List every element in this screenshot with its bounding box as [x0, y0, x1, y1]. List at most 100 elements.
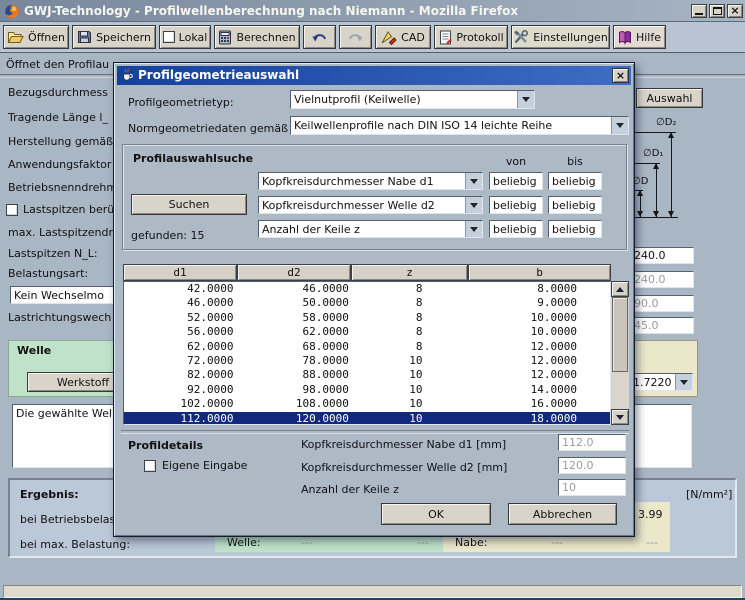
chevron-down-icon[interactable]: [611, 117, 628, 134]
scroll-up-button[interactable]: [611, 281, 629, 297]
chevron-down-icon[interactable]: [675, 374, 692, 390]
table-row[interactable]: 52.000058.0000810.0000: [124, 311, 610, 325]
criteria-select[interactable]: Kopfkreisdurchmesser Nabe d1: [258, 172, 483, 190]
geometry-field[interactable]: 45.0: [630, 317, 694, 334]
ergebnis-row-operating: bei Betriebsbelas: [20, 513, 115, 526]
cancel-button[interactable]: Abbrechen: [508, 503, 617, 525]
table-row[interactable]: 42.000046.000088.0000: [124, 282, 610, 296]
eigene-eingabe-checkbox[interactable]: [144, 460, 156, 472]
table-row[interactable]: 112.0000120.00001018.0000: [124, 412, 610, 425]
table-cell: 10: [351, 412, 468, 425]
geometry-field-value: 45.0: [634, 319, 659, 332]
detail-value-input[interactable]: 112.0: [558, 434, 626, 451]
criteria-select[interactable]: Kopfkreisdurchmesser Welle d2: [258, 196, 483, 214]
chevron-down-icon[interactable]: [517, 91, 534, 108]
column-header-d2[interactable]: d2: [237, 264, 351, 281]
table-row[interactable]: 72.000078.00001012.0000: [124, 354, 610, 368]
minimize-button[interactable]: [691, 4, 707, 18]
belastungsart-select[interactable]: Kein Wechselmo: [10, 286, 128, 304]
geometry-field[interactable]: 90.0: [630, 295, 694, 312]
profilgeometrieauswahl-dialog: Profilgeometrieauswahl × Profilgeometrie…: [113, 62, 635, 537]
normgeometrie-select[interactable]: Keilwellenprofile nach DIN ISO 14 leicht…: [290, 116, 629, 135]
criteria-von-input[interactable]: beliebig: [489, 172, 543, 190]
table-cell: 52.0000: [124, 311, 237, 325]
window-titlebar[interactable]: GWJ-Technology - Profilwellenberechnung …: [0, 0, 745, 22]
profile-table: d1d2zb 42.000046.000088.000046.000050.00…: [123, 264, 629, 425]
open-button[interactable]: Öffnen: [3, 25, 69, 49]
cad-button[interactable]: CAD: [375, 25, 431, 49]
geometry-field[interactable]: 240.0: [630, 271, 694, 288]
column-header-b[interactable]: b: [468, 264, 611, 281]
detail-value-input[interactable]: 10: [558, 479, 626, 496]
table-cell: 10.0000: [468, 311, 610, 325]
table-cell: 10: [351, 383, 468, 397]
table-cell: 10: [351, 368, 468, 382]
dialog-titlebar[interactable]: Profilgeometrieauswahl ×: [117, 66, 631, 85]
close-button[interactable]: ×: [727, 4, 743, 18]
geometry-field[interactable]: 240.0: [630, 247, 694, 264]
detail-value-input[interactable]: 120.0: [558, 457, 626, 474]
left-label: max. Lastspitzendr: [8, 226, 113, 239]
left-label: Belastungsart:: [8, 267, 88, 280]
table-scrollbar[interactable]: [611, 281, 629, 425]
criteria-bis-input[interactable]: beliebig: [548, 196, 602, 214]
table-row[interactable]: 56.000062.0000810.0000: [124, 325, 610, 339]
table-cell: 62.0000: [237, 325, 350, 339]
chevron-down-icon[interactable]: [465, 221, 482, 237]
floppy-icon: [77, 30, 92, 44]
dim-arrow-line-d1: [656, 163, 657, 217]
save-label: Speichern: [96, 31, 151, 44]
criteria-bis-input[interactable]: beliebig: [548, 220, 602, 238]
help-button[interactable]: Hilfe: [613, 25, 666, 49]
maximize-button[interactable]: [709, 4, 725, 18]
left-label: Lastrichtungswech: [8, 311, 111, 324]
geometry-field-value: 90.0: [634, 297, 659, 310]
redo-button[interactable]: [339, 25, 372, 49]
chevron-down-icon[interactable]: [465, 173, 482, 189]
table-row[interactable]: 46.000050.000089.0000: [124, 296, 610, 310]
column-header-z[interactable]: z: [351, 264, 468, 281]
table-row[interactable]: 102.0000108.00001016.0000: [124, 397, 610, 411]
material-value: 1.7220: [630, 374, 675, 390]
table-cell: 102.0000: [124, 397, 237, 411]
column-header-d1[interactable]: d1: [123, 264, 237, 281]
profildetails-title: Profildetails: [128, 439, 203, 452]
table-row[interactable]: 62.000068.0000812.0000: [124, 340, 610, 354]
criteria-bis-input[interactable]: beliebig: [548, 172, 602, 190]
auswahl-button[interactable]: Auswahl: [636, 88, 703, 108]
local-checkbox-group[interactable]: Lokal: [159, 25, 211, 49]
ok-button[interactable]: OK: [381, 503, 491, 525]
lastspitzen-checkbox[interactable]: [6, 204, 18, 216]
welle-result-value: ---: [417, 536, 429, 549]
scrollbar-thumb[interactable]: [612, 297, 628, 372]
chevron-down-icon[interactable]: [465, 197, 482, 213]
von-header: von: [489, 155, 543, 168]
toolbar: Öffnen Speichern Lokal Berechnen CAD Pro…: [0, 22, 745, 53]
calculate-label: Berechnen: [236, 31, 295, 44]
protocol-button[interactable]: Protokoll: [434, 25, 508, 49]
undo-button[interactable]: [303, 25, 336, 49]
scroll-down-button[interactable]: [611, 409, 629, 425]
table-cell: 98.0000: [237, 383, 350, 397]
window-title: GWJ-Technology - Profilwellenberechnung …: [24, 4, 687, 18]
local-checkbox[interactable]: [163, 31, 175, 43]
protocol-label: Protokoll: [456, 31, 503, 44]
settings-button[interactable]: Einstellungen: [511, 25, 610, 49]
calculate-button[interactable]: Berechnen: [214, 25, 300, 49]
material-select[interactable]: 1.7220: [629, 373, 693, 391]
bis-header: bis: [548, 155, 602, 168]
table-row[interactable]: 82.000088.00001012.0000: [124, 368, 610, 382]
unit-label: [N/mm²]: [686, 488, 732, 501]
open-folder-icon: [7, 30, 24, 44]
dialog-close-button[interactable]: ×: [612, 68, 629, 83]
table-cell: 14.0000: [468, 383, 610, 397]
criteria-select[interactable]: Anzahl der Keile z: [258, 220, 483, 238]
save-button[interactable]: Speichern: [72, 25, 156, 49]
table-cell: 92.0000: [124, 383, 237, 397]
criteria-von-input[interactable]: beliebig: [489, 196, 543, 214]
tools-icon: [513, 30, 529, 45]
suchen-button[interactable]: Suchen: [131, 194, 247, 215]
profilgeometrietyp-select[interactable]: Vielnutprofil (Keilwelle): [290, 90, 535, 109]
table-row[interactable]: 92.000098.00001014.0000: [124, 383, 610, 397]
criteria-von-input[interactable]: beliebig: [489, 220, 543, 238]
